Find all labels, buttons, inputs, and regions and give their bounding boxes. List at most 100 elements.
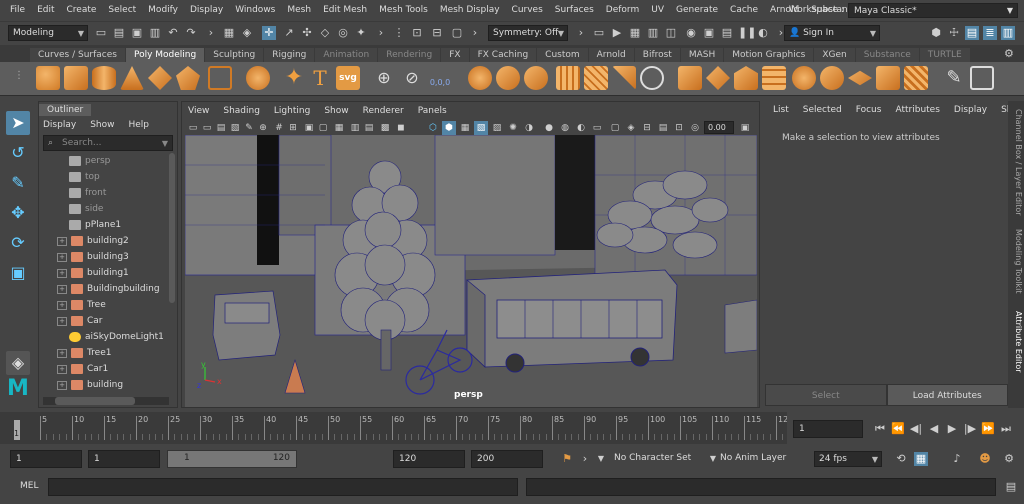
wireframe-icon[interactable]: ▩ bbox=[378, 121, 392, 135]
menu-windows[interactable]: Windows bbox=[229, 5, 281, 15]
menu-edit[interactable]: Edit bbox=[31, 5, 60, 15]
pause-icon[interactable]: ❚❚ bbox=[738, 26, 756, 40]
shelf-tab-sculpting[interactable]: Sculpting bbox=[205, 48, 264, 62]
lasso-tool-icon[interactable]: ↺ bbox=[6, 141, 30, 165]
expand-icon[interactable]: + bbox=[57, 300, 67, 310]
sculpt-brush-icon[interactable]: ✎ bbox=[942, 66, 966, 90]
smooth-icon[interactable] bbox=[468, 66, 492, 90]
combine-icon[interactable]: ⊕ bbox=[372, 66, 396, 90]
expand-icon[interactable]: + bbox=[57, 284, 67, 294]
gamma-icon[interactable]: ▣ bbox=[738, 121, 752, 135]
type-tool-icon[interactable]: T bbox=[308, 66, 332, 90]
shelf-tab-turtle[interactable]: TURTLE bbox=[919, 48, 970, 62]
shadows-icon[interactable]: ▨ bbox=[490, 121, 504, 135]
poly-soccerball-icon[interactable] bbox=[246, 66, 270, 90]
outliner-item[interactable]: + Tree1 bbox=[43, 345, 169, 361]
play-forward-icon[interactable]: ▶ bbox=[945, 422, 959, 436]
channel-box-menu-focus[interactable]: Focus bbox=[856, 105, 882, 115]
menu-edit-mesh[interactable]: Edit Mesh bbox=[317, 5, 373, 15]
append-icon[interactable] bbox=[640, 66, 664, 90]
poly-cone-icon[interactable] bbox=[120, 66, 144, 90]
ipr-render-icon[interactable]: ▦ bbox=[628, 26, 642, 40]
menu-display[interactable]: Display bbox=[184, 5, 229, 15]
bookmark-icon[interactable]: ▤ bbox=[214, 121, 228, 135]
svg-tool-icon[interactable]: svg bbox=[336, 66, 360, 90]
shelf-tab-xgen[interactable]: XGen bbox=[814, 48, 855, 62]
render-settings-icon[interactable]: ▥ bbox=[646, 26, 660, 40]
bool-union-icon[interactable] bbox=[496, 66, 520, 90]
outliner-item[interactable]: + building2 bbox=[43, 233, 169, 249]
camera-attr-icon[interactable]: ▭ bbox=[200, 121, 214, 135]
chevron-down-icon[interactable]: ▼ bbox=[594, 452, 608, 466]
script-editor-icon[interactable]: ▤ bbox=[1004, 480, 1018, 494]
menu-file[interactable]: File bbox=[4, 5, 31, 15]
snap-grid-icon[interactable]: ✛ bbox=[262, 26, 276, 40]
menu-cache[interactable]: Cache bbox=[724, 5, 764, 15]
outliner-menu-display[interactable]: Display bbox=[43, 120, 76, 130]
range-bar[interactable]: 1 120 bbox=[167, 450, 297, 468]
poly-cylinder-icon[interactable] bbox=[92, 66, 116, 90]
outliner-item[interactable]: + building bbox=[43, 377, 169, 393]
multisample-icon[interactable]: ◈ bbox=[624, 121, 638, 135]
menu-modify[interactable]: Modify bbox=[142, 5, 184, 15]
fill-hole-icon[interactable] bbox=[734, 66, 758, 90]
extrude-icon[interactable] bbox=[678, 66, 702, 90]
poly-sphere-icon[interactable] bbox=[36, 66, 60, 90]
shelf-settings-icon[interactable]: ⚙ bbox=[1004, 47, 1014, 60]
outliner-item[interactable]: persp bbox=[43, 153, 169, 169]
lattice-icon[interactable] bbox=[970, 66, 994, 90]
select-hierarchy-icon[interactable]: ▦ bbox=[222, 26, 236, 40]
channel-box-menu-display[interactable]: Display bbox=[954, 105, 987, 115]
mode-dropdown[interactable]: Modeling ▼ bbox=[8, 25, 88, 41]
shaded-icon[interactable]: ⬢ bbox=[442, 121, 456, 135]
textured-icon[interactable]: ▦ bbox=[458, 121, 472, 135]
shelf-menu-icon[interactable]: ⋮ bbox=[14, 70, 24, 81]
poly-count-icon[interactable]: 0,0,0 bbox=[428, 66, 452, 90]
construction-history-icon[interactable]: ▢ bbox=[450, 26, 464, 40]
viewport-3d-canvas[interactable]: y x z persp bbox=[185, 135, 757, 407]
outliner-search-input[interactable]: ⌕ Search... ▼ bbox=[43, 135, 173, 151]
shelf-tab-fx[interactable]: FX bbox=[441, 48, 469, 62]
outliner-item[interactable]: + Car bbox=[43, 313, 169, 329]
quick-layout-icon[interactable]: ◈ bbox=[6, 351, 30, 375]
separate-icon[interactable]: ⊘ bbox=[400, 66, 424, 90]
expand-icon[interactable]: + bbox=[57, 268, 67, 278]
open-scene-icon[interactable]: ▤ bbox=[112, 26, 126, 40]
anim-layer-dropdown[interactable]: No Anim Layer bbox=[716, 451, 808, 467]
new-scene-icon[interactable]: ▭ bbox=[94, 26, 108, 40]
poly-platonic-icon[interactable] bbox=[208, 66, 232, 90]
render-view-icon[interactable]: ▭ bbox=[592, 26, 606, 40]
menu-generate[interactable]: Generate bbox=[670, 5, 724, 15]
outliner-item[interactable]: top bbox=[43, 169, 169, 185]
channel-box-menu-list[interactable]: List bbox=[773, 105, 789, 115]
expand-icon[interactable]: + bbox=[57, 348, 67, 358]
exposure-icon[interactable]: ◎ bbox=[688, 121, 702, 135]
snap-vertex-icon[interactable]: ✦ bbox=[354, 26, 368, 40]
snap-curve-icon[interactable]: ↗ bbox=[282, 26, 296, 40]
fps-dropdown[interactable]: 24 fps ▼ bbox=[814, 451, 882, 467]
isolate-select-icon[interactable]: ● bbox=[542, 121, 556, 135]
hypershade-icon[interactable]: ◫ bbox=[664, 26, 678, 40]
outliner-item[interactable]: + Car1 bbox=[43, 361, 169, 377]
shelf-tab-fx-caching[interactable]: FX Caching bbox=[469, 48, 537, 62]
side-tab-channel-box[interactable]: Channel Box / Layer Editor bbox=[1009, 109, 1023, 216]
paint-select-icon[interactable]: ✎ bbox=[6, 171, 30, 195]
outliner-item[interactable]: side bbox=[43, 201, 169, 217]
side-tab-modeling-toolkit[interactable]: Modeling Toolkit bbox=[1009, 229, 1023, 293]
shelf-tab-rendering[interactable]: Rendering bbox=[378, 48, 441, 62]
viewport-menu-lighting[interactable]: Lighting bbox=[274, 106, 310, 116]
menu-mesh-display[interactable]: Mesh Display bbox=[434, 5, 506, 15]
xray-icon[interactable]: ◍ bbox=[558, 121, 572, 135]
shelf-tab-custom[interactable]: Custom bbox=[537, 48, 588, 62]
bevel-icon[interactable] bbox=[706, 66, 730, 90]
grid-icon[interactable]: # bbox=[272, 121, 286, 135]
go-to-start-icon[interactable]: ⏮ bbox=[873, 422, 887, 436]
viewport-menu-view[interactable]: View bbox=[188, 106, 209, 116]
target-weld-icon[interactable] bbox=[792, 66, 816, 90]
auto-key-icon[interactable]: ⚑ bbox=[560, 452, 574, 466]
outliner-scrollbar[interactable] bbox=[169, 153, 175, 303]
channel-box-menu-attributes[interactable]: Attributes bbox=[895, 105, 939, 115]
gate-mask-icon[interactable]: ▢ bbox=[316, 121, 330, 135]
select-object-icon[interactable]: ◈ bbox=[240, 26, 254, 40]
output-ops-icon[interactable]: ⊟ bbox=[430, 26, 444, 40]
